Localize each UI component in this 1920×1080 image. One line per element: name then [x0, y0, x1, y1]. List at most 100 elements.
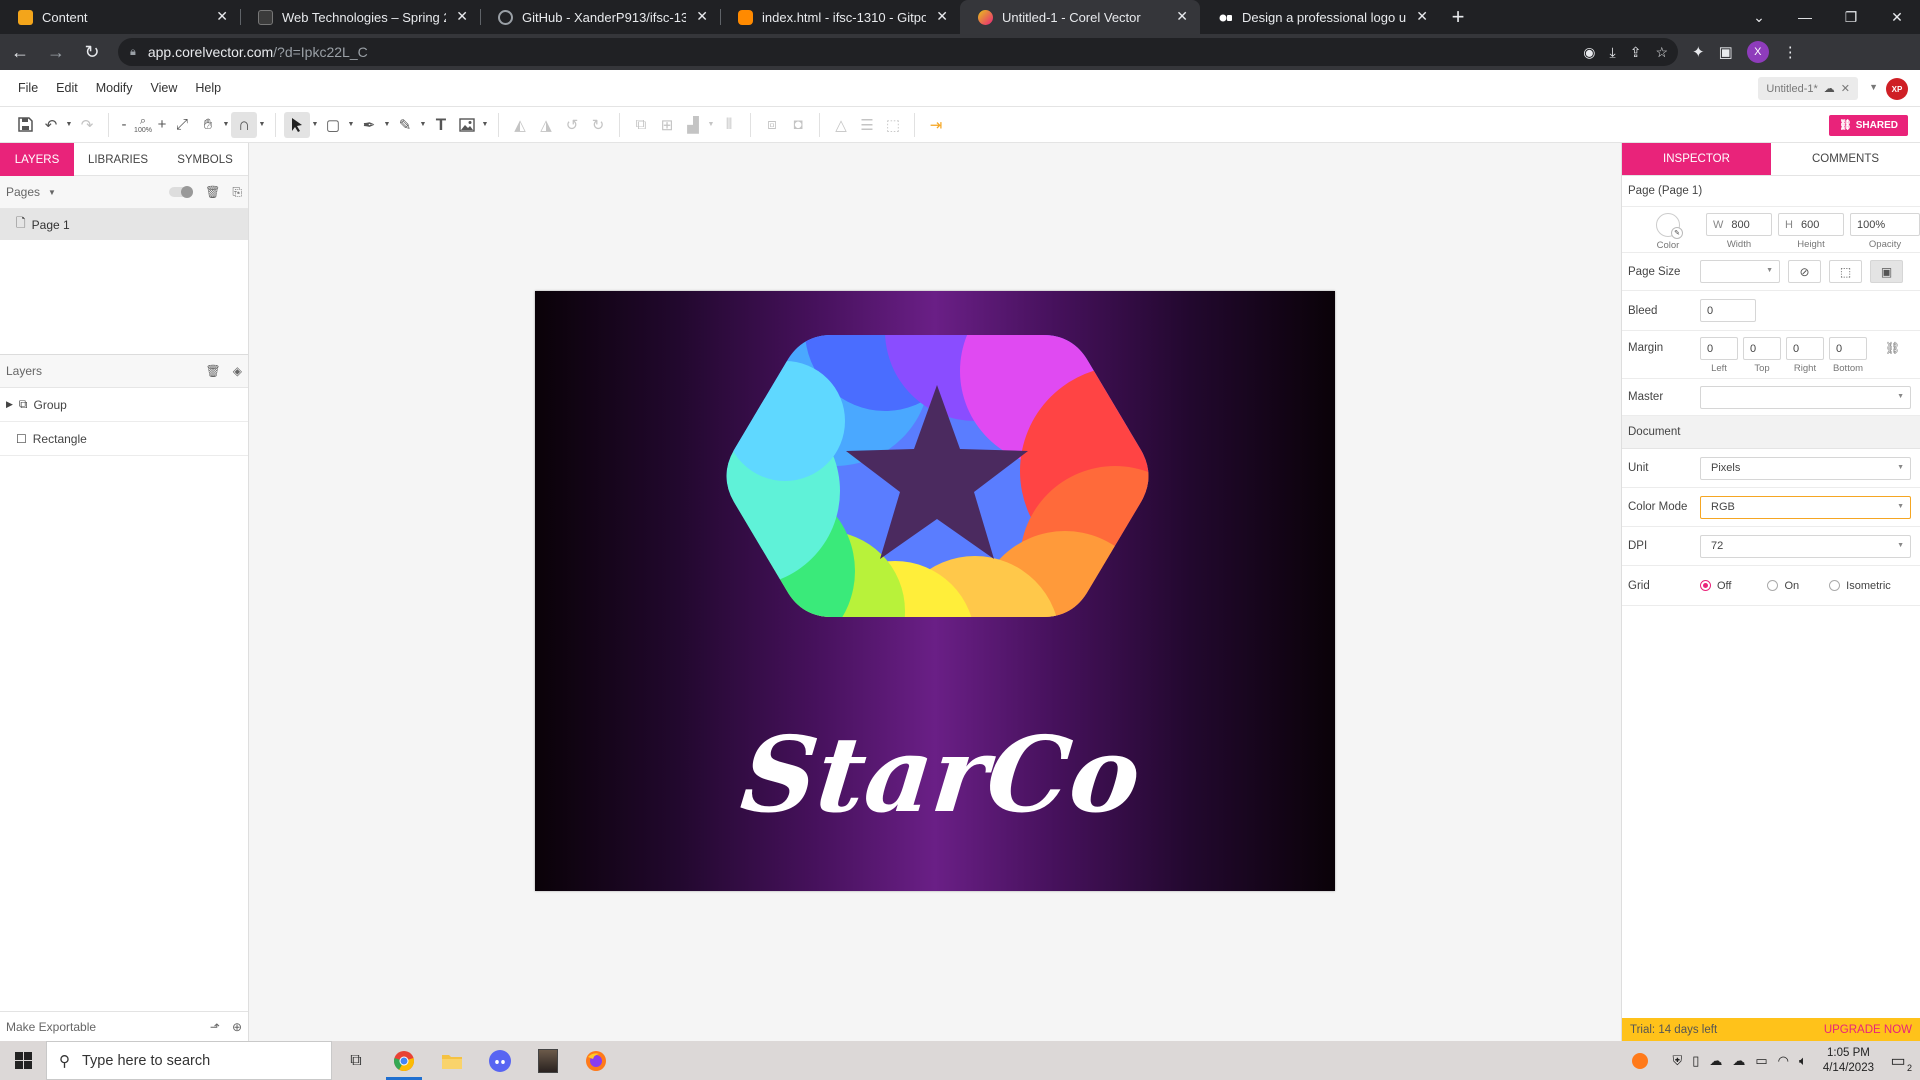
tab-search-icon[interactable]: ⌄ — [1736, 0, 1782, 34]
unit-select[interactable]: Pixels ▼ — [1700, 456, 1911, 480]
new-tab-button[interactable]: + — [1440, 0, 1476, 34]
fit-screen-icon[interactable]: ⤢ — [169, 112, 195, 138]
export-preview-icon[interactable]: ⬏ — [210, 1020, 220, 1034]
logo-artwork[interactable]: StarCo — [535, 291, 1335, 891]
align-icon[interactable]: ⫴ — [716, 112, 742, 138]
back-icon[interactable]: ← — [4, 36, 36, 68]
expand-triangle-icon[interactable]: ▶ — [6, 399, 13, 410]
browser-tab[interactable]: Web Technologies – Spring 2023 ✕ — [240, 0, 480, 34]
hand-tool-caret[interactable]: ▼ — [221, 121, 231, 128]
display-icon[interactable]: ▭ — [1755, 1053, 1767, 1069]
taskbar-search[interactable]: ⚲ Type here to search — [46, 1041, 332, 1080]
tab-comments[interactable]: COMMENTS — [1771, 143, 1920, 175]
add-layer-icon[interactable]: ◈ — [233, 364, 242, 378]
update-orb-icon[interactable] — [1632, 1052, 1649, 1069]
page-size-select[interactable]: ▼ — [1700, 260, 1780, 283]
bookmark-star-icon[interactable]: ☆ — [1655, 44, 1668, 61]
redo-icon[interactable]: ↷ — [74, 112, 100, 138]
flip-vertical-icon[interactable]: ◮ — [533, 112, 559, 138]
width-field[interactable]: W 800 — [1706, 213, 1772, 236]
tab-libraries[interactable]: LIBRARIES — [74, 143, 162, 176]
layer-row-group[interactable]: ▶ ⧉ Group — [0, 388, 248, 422]
zoom-in-icon[interactable]: + — [155, 112, 169, 138]
boolean-subtract-icon[interactable]: ◘ — [785, 112, 811, 138]
rotate-left-icon[interactable]: ↺ — [559, 112, 585, 138]
windows-start-icon[interactable] — [0, 1041, 46, 1080]
discord-icon[interactable] — [476, 1041, 524, 1080]
address-bar[interactable]: 🔒︎ app.corelvector.com/?d=Ipkc22L_C ◉ ⤓ … — [118, 38, 1678, 66]
boolean-union-icon[interactable]: ⧈ — [759, 112, 785, 138]
chrome-icon[interactable] — [380, 1041, 428, 1080]
google-lens-icon[interactable]: ◉ — [1583, 44, 1595, 61]
ungroup-icon[interactable]: ⊞ — [654, 112, 680, 138]
margin-top-field[interactable]: 0 — [1743, 337, 1781, 360]
height-field[interactable]: H 600 — [1778, 213, 1844, 236]
tab-layers[interactable]: LAYERS — [0, 143, 74, 176]
undo-icon[interactable]: ↶ — [38, 112, 64, 138]
close-tab-icon[interactable]: ✕ — [1176, 8, 1188, 25]
delete-layer-icon[interactable]: 🗑︎ — [206, 364, 221, 378]
install-app-icon[interactable]: ⤓ — [1610, 44, 1616, 61]
flip-horizontal-icon[interactable]: ◭ — [507, 112, 533, 138]
close-tab-icon[interactable]: ✕ — [936, 8, 948, 25]
browser-tab[interactable]: GitHub - XanderP913/ifsc-1310 ✕ — [480, 0, 720, 34]
browser-menu-icon[interactable]: ⋮ — [1783, 43, 1798, 61]
link-margins-icon[interactable]: ⛓︎ — [1885, 341, 1900, 355]
notification-center-icon[interactable]: ▭ 2 — [1884, 1049, 1912, 1073]
app-thumbnail-icon[interactable] — [524, 1041, 572, 1080]
pen-tool-caret[interactable]: ▼ — [382, 121, 392, 128]
fit-to-selection-button[interactable]: ▣ — [1870, 260, 1903, 283]
shape-tool-caret[interactable]: ▼ — [346, 121, 356, 128]
fit-to-content-button[interactable]: ⬚ — [1829, 260, 1862, 283]
rectangle-tool-icon[interactable]: ▢ — [320, 112, 346, 138]
firefox-icon[interactable] — [572, 1041, 620, 1080]
zoom-out-icon[interactable]: - — [117, 112, 131, 138]
reload-icon[interactable]: ↻ — [76, 36, 108, 68]
image-tool-caret[interactable]: ▼ — [480, 121, 490, 128]
add-export-icon[interactable]: ⊕ — [232, 1020, 242, 1034]
side-panel-icon[interactable]: ▣ — [1719, 43, 1733, 61]
forward-icon[interactable]: → — [40, 36, 72, 68]
close-tab-icon[interactable]: ✕ — [696, 8, 708, 25]
select-tool-icon[interactable] — [284, 111, 310, 138]
close-tab-icon[interactable]: ✕ — [1416, 8, 1428, 25]
browser-tab[interactable]: index.html - ifsc-1310 - Gitpod C ✕ — [720, 0, 960, 34]
pages-toggle[interactable] — [169, 186, 194, 198]
close-tab-icon[interactable]: ✕ — [216, 8, 228, 25]
pencil-tool-caret[interactable]: ▼ — [418, 121, 428, 128]
close-tab-icon[interactable]: ✕ — [456, 8, 468, 25]
menu-file[interactable]: File — [18, 81, 38, 95]
volume-icon[interactable]: 🔈︎ — [1799, 1053, 1807, 1069]
browser-tab[interactable]: Content ✕ — [0, 0, 240, 34]
browser-tab-active[interactable]: Untitled-1 - Corel Vector ✕ — [960, 0, 1200, 34]
canvas-area[interactable]: StarCo — [249, 143, 1621, 1041]
export-icon[interactable]: ⇥ — [923, 112, 949, 138]
minimize-icon[interactable]: — — [1782, 0, 1828, 34]
hand-tool-icon[interactable]: ✋︎ — [195, 112, 221, 138]
undo-history-caret[interactable]: ▼ — [64, 121, 74, 128]
wifi-icon[interactable]: ◠ — [1778, 1053, 1789, 1069]
bleed-field[interactable]: 0 — [1700, 299, 1756, 322]
pen-tool-icon[interactable]: ✒ — [356, 112, 382, 138]
close-doc-icon[interactable]: ✕ — [1841, 82, 1850, 95]
page-list-item[interactable]: 🗋 Page 1 — [0, 209, 248, 240]
rotate-right-icon[interactable]: ↻ — [585, 112, 611, 138]
file-explorer-icon[interactable] — [428, 1041, 476, 1080]
snap-magnet-icon[interactable]: ∩ — [231, 111, 257, 138]
color-mode-select[interactable]: RGB ▼ — [1700, 495, 1911, 519]
arrange-icon[interactable]: ▟ — [680, 112, 706, 138]
taskbar-clock[interactable]: 1:05 PM 4/14/2023 — [1823, 1046, 1874, 1076]
lock-icon[interactable]: 🔒︎ — [130, 46, 136, 59]
artboard[interactable]: StarCo — [535, 291, 1335, 891]
margin-bottom-field[interactable]: 0 — [1829, 337, 1867, 360]
dpi-select[interactable]: 72 ▼ — [1700, 534, 1911, 558]
restore-icon[interactable]: ❐ — [1828, 0, 1874, 34]
usb-icon[interactable]: ▯ — [1692, 1053, 1699, 1069]
menu-help[interactable]: Help — [195, 81, 221, 95]
layer-row-rectangle[interactable]: ☐ Rectangle — [0, 422, 248, 456]
arrange-caret[interactable]: ▼ — [706, 121, 716, 128]
grid-isometric-option[interactable]: Isometric — [1829, 580, 1891, 592]
margin-right-field[interactable]: 0 — [1786, 337, 1824, 360]
opacity-field[interactable]: 100% — [1850, 213, 1920, 236]
menu-modify[interactable]: Modify — [96, 81, 133, 95]
